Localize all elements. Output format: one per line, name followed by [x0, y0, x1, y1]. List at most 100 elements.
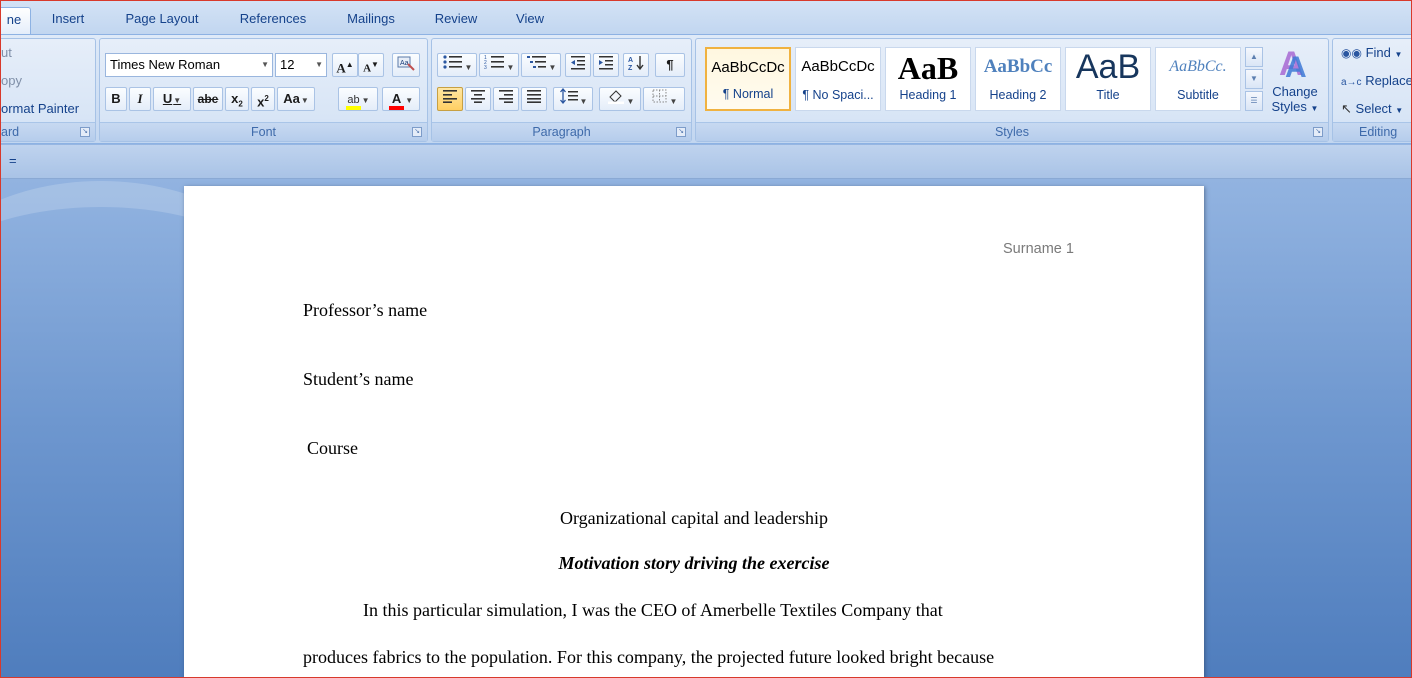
- chevron-down-icon[interactable]: ▼: [1395, 106, 1403, 115]
- italic-button[interactable]: I: [129, 87, 151, 111]
- tab-references[interactable]: References: [229, 7, 317, 35]
- borders-button[interactable]: ▼: [643, 87, 685, 111]
- chevron-down-icon[interactable]: ▼: [580, 97, 588, 106]
- paragraph-group: ▼ 1 2 3 ▼ ▼ AZ ¶ ▼ ▼ ▼ Paragraph ↘: [431, 38, 692, 142]
- copy-button[interactable]: opy: [1, 73, 22, 88]
- sort-icon[interactable]: AZ: [623, 53, 649, 77]
- chevron-down-icon[interactable]: ▼: [1395, 50, 1403, 59]
- clipboard-group: ut opy ormat Painter ard ↘: [1, 38, 96, 142]
- paragraph-line: In this particular simulation, I was the…: [363, 600, 943, 620]
- line-spacing-button[interactable]: ▼: [553, 87, 593, 111]
- grow-font-label: A: [336, 60, 346, 76]
- tab-insert[interactable]: Insert: [41, 7, 95, 35]
- chevron-down-icon[interactable]: ▼: [627, 97, 635, 106]
- styles-scroll-up-icon[interactable]: ▲: [1245, 47, 1263, 67]
- ribbon-tab-bar: ne Insert Page Layout References Mailing…: [1, 1, 1411, 35]
- document-title: Organizational capital and leadership: [559, 508, 829, 528]
- bullets-button[interactable]: ▼: [437, 53, 477, 77]
- decrease-indent-icon[interactable]: [565, 53, 591, 77]
- superscript-button[interactable]: x2: [251, 87, 275, 111]
- style-heading-1-name: Heading 1: [899, 88, 957, 102]
- style-normal[interactable]: AaBbCcDc ¶ Normal: [705, 47, 791, 111]
- cut-button[interactable]: ut: [1, 45, 12, 60]
- document-page[interactable]: Surname 1 Professor’s name Student’s nam…: [184, 186, 1204, 677]
- chevron-down-icon[interactable]: ▼: [1311, 104, 1319, 113]
- style-title-preview: AaB: [1075, 48, 1141, 86]
- editing-group-label: Editing: [1333, 122, 1411, 141]
- tab-review[interactable]: Review: [425, 7, 487, 35]
- style-normal-name: ¶ Normal: [722, 87, 774, 101]
- chevron-down-icon[interactable]: ▼: [315, 54, 323, 76]
- chevron-down-icon[interactable]: ▼: [362, 96, 370, 105]
- align-center-icon[interactable]: [465, 87, 491, 111]
- styles-more-icon[interactable]: ☰: [1245, 91, 1263, 111]
- style-subtitle[interactable]: AaBbCc. Subtitle: [1155, 47, 1241, 111]
- font-name-combobox[interactable]: Times New Roman ▼: [105, 53, 273, 77]
- chevron-down-icon[interactable]: ▼: [173, 96, 181, 105]
- format-painter-button[interactable]: ormat Painter: [1, 101, 79, 116]
- bold-button[interactable]: B: [105, 87, 127, 111]
- font-dialog-launcher[interactable]: ↘: [412, 127, 422, 137]
- underline-button[interactable]: U▼: [153, 87, 191, 111]
- student-name-line: Student’s name: [303, 369, 414, 389]
- clipboard-dialog-launcher[interactable]: ↘: [80, 127, 90, 137]
- multilevel-list-icon: [526, 56, 546, 68]
- align-left-icon[interactable]: [437, 87, 463, 111]
- justify-icon[interactable]: [521, 87, 547, 111]
- grow-font-button[interactable]: A▲: [332, 53, 358, 77]
- tab-view[interactable]: View: [505, 7, 555, 35]
- multilevel-list-button[interactable]: ▼: [521, 53, 561, 77]
- clear-formatting-icon[interactable]: Aa: [392, 53, 420, 77]
- show-marks-button[interactable]: ¶: [655, 53, 685, 77]
- increase-indent-icon[interactable]: [593, 53, 619, 77]
- tab-mailings[interactable]: Mailings: [335, 7, 407, 35]
- binoculars-icon: ◉◉: [1341, 46, 1362, 60]
- chevron-down-icon[interactable]: ▼: [465, 63, 473, 72]
- align-right-icon[interactable]: [493, 87, 519, 111]
- style-subtitle-preview: AaBbCc.: [1169, 58, 1227, 75]
- style-heading-2[interactable]: AaBbCc Heading 2: [975, 47, 1061, 111]
- chevron-down-icon[interactable]: ▼: [301, 96, 309, 105]
- course-line: Course: [307, 438, 358, 458]
- font-size-combobox[interactable]: 12 ▼: [275, 53, 327, 77]
- font-group: Times New Roman ▼ 12 ▼ A▲ A▼ Aa B I U▼ a…: [99, 38, 428, 142]
- select-button[interactable]: ↖ Select ▼: [1341, 101, 1403, 117]
- numbering-button[interactable]: 1 2 3 ▼: [479, 53, 519, 77]
- paragraph-dialog-launcher[interactable]: ↘: [676, 127, 686, 137]
- replace-button[interactable]: a→c Replace: [1341, 73, 1411, 88]
- change-styles-icon: A A: [1279, 45, 1307, 84]
- highlight-button[interactable]: ab ▼: [338, 87, 378, 111]
- chevron-down-icon[interactable]: ▼: [670, 97, 678, 106]
- highlighter-icon: ab: [346, 94, 361, 110]
- style-heading-1-preview: AaB: [897, 50, 959, 86]
- change-styles-button[interactable]: A A Change Styles ▼: [1264, 43, 1326, 121]
- style-heading-1[interactable]: AaB Heading 1: [885, 47, 971, 111]
- find-button[interactable]: ◉◉ Find ▼: [1341, 45, 1402, 60]
- styles-scroll-down-icon[interactable]: ▼: [1245, 69, 1263, 89]
- subscript-button[interactable]: x2: [225, 87, 249, 111]
- strikethrough-button[interactable]: abe: [193, 87, 223, 111]
- shading-button[interactable]: ▼: [599, 87, 641, 111]
- style-no-spacing-name: ¶ No Spaci...: [802, 88, 874, 102]
- customize-quick-access-icon[interactable]: =: [9, 153, 17, 168]
- tab-page-layout[interactable]: Page Layout: [113, 7, 211, 35]
- chevron-down-icon[interactable]: ▼: [507, 63, 515, 72]
- style-no-spacing[interactable]: AaBbCcDc ¶ No Spaci...: [795, 47, 881, 111]
- borders-icon: [652, 89, 667, 103]
- font-group-label: Font: [100, 122, 427, 141]
- ribbon: ut opy ormat Painter ard ↘ Times New Rom…: [1, 34, 1411, 144]
- select-label: Select: [1355, 101, 1392, 116]
- chevron-down-icon[interactable]: ▼: [549, 63, 557, 72]
- line-spacing-icon: [559, 87, 578, 105]
- change-case-button[interactable]: Aa▼: [277, 87, 315, 111]
- styles-dialog-launcher[interactable]: ↘: [1313, 127, 1323, 137]
- chevron-down-icon[interactable]: ▼: [405, 96, 413, 105]
- font-color-button[interactable]: A ▼: [382, 87, 420, 111]
- editing-group: ◉◉ Find ▼ a→c Replace ↖ Select ▼ Editing: [1332, 38, 1411, 142]
- tab-home[interactable]: ne: [1, 7, 31, 35]
- style-title[interactable]: AaB Title: [1065, 47, 1151, 111]
- chevron-down-icon[interactable]: ▼: [261, 54, 269, 76]
- style-subtitle-name: Subtitle: [1177, 88, 1219, 102]
- shrink-font-button[interactable]: A▼: [358, 53, 384, 77]
- font-name-value: Times New Roman: [110, 57, 221, 72]
